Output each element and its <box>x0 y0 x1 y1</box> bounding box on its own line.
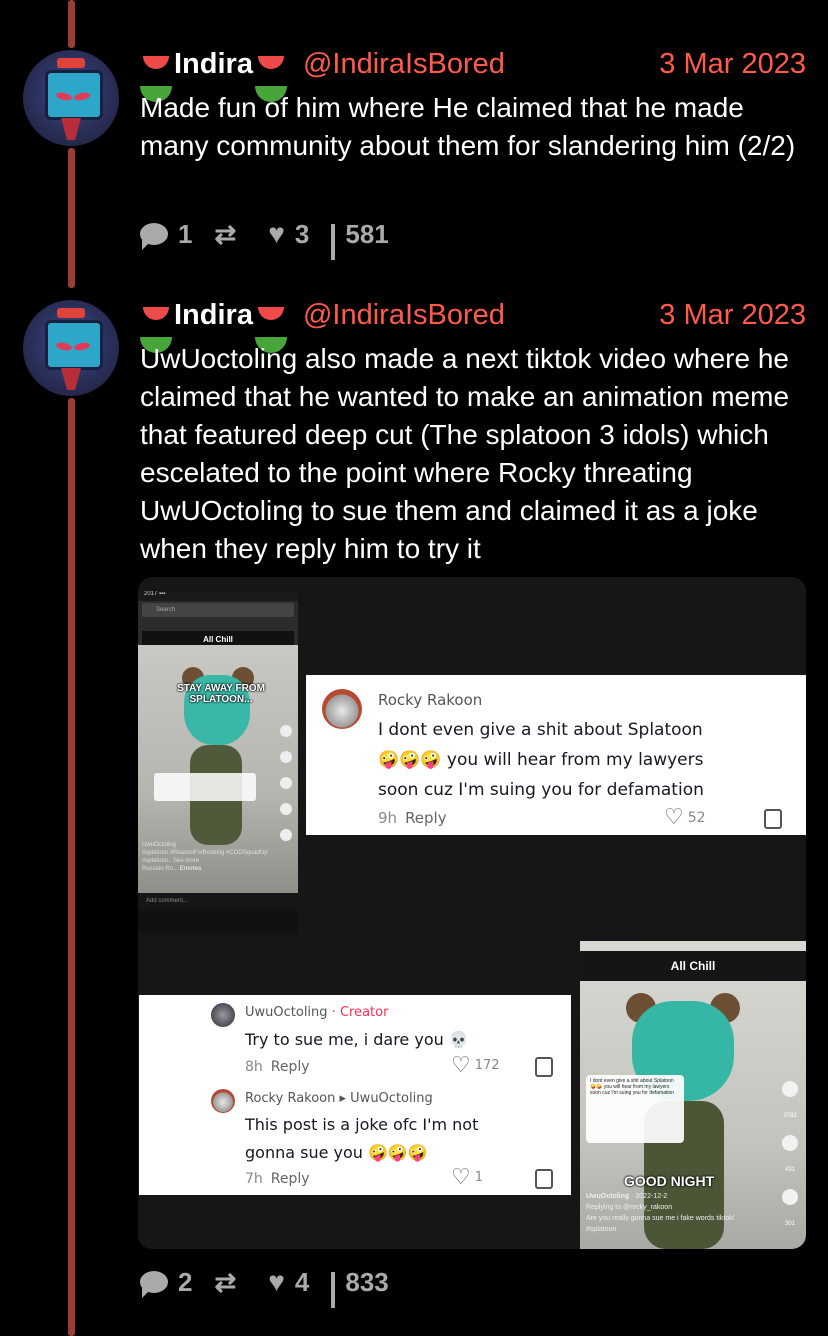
reply-bubble: I dont even give a shit about Splatoon 🤪… <box>586 1075 684 1143</box>
tweet-actions: 1 ⇄ ♥ 3 581 <box>140 214 411 260</box>
heart-outline-icon: ♡ <box>664 805 684 830</box>
tweet-text: Made fun of him where He claimed that he… <box>140 92 796 161</box>
comment-likes[interactable]: ♡ 1 <box>451 1165 483 1190</box>
views-icon <box>331 1272 336 1308</box>
retweet-icon: ⇄ <box>214 219 237 249</box>
tiktok-screenshot-1[interactable]: 2017 ▪▪▪ Search All Chill STAY AWAY FROM… <box>138 591 298 933</box>
like-count: 4 <box>294 1266 310 1297</box>
heart-icon <box>782 1081 798 1097</box>
reply-icon <box>140 223 168 245</box>
like-count: 3 <box>294 218 310 249</box>
comment-text: This post is a joke ofc I'm not gonna su… <box>245 1115 479 1162</box>
thread-line-top <box>68 0 75 48</box>
video-caption: UwuOctoling #splatoon #ReasonForBooking … <box>142 842 268 872</box>
tiktok-screenshot-2[interactable]: All Chill I dont even give a shit about … <box>580 941 806 1249</box>
rocky-avatar <box>211 1089 235 1113</box>
dislike-icon[interactable] <box>535 1169 553 1189</box>
retweet-icon: ⇄ <box>214 1267 237 1297</box>
tweet-actions: 2 ⇄ ♥ 4 833 <box>140 1262 411 1308</box>
user-handle[interactable]: @IndiraIsBored <box>303 299 505 332</box>
avatar[interactable] <box>23 50 119 146</box>
dislike-icon[interactable] <box>535 1057 553 1077</box>
watermelon-icon <box>140 305 172 325</box>
comment-user: Rocky Rakoon <box>378 691 483 709</box>
thread-comments-card: UwuOctoling · Creator Try to sue me, i d… <box>139 995 571 1195</box>
reply-icon <box>140 1271 168 1293</box>
tweet-header: Indira @IndiraIsBored 3 Mar 2023 <box>140 44 806 84</box>
search-bar: Search <box>142 603 294 617</box>
side-actions <box>280 725 292 841</box>
heart-icon: ♥ <box>268 218 285 249</box>
watermelon-icon <box>255 305 287 325</box>
reply-count: 1 <box>178 218 193 249</box>
comment-icon <box>782 1135 798 1151</box>
reply-link[interactable]: Reply <box>271 1059 310 1075</box>
display-name[interactable]: Indira <box>174 48 253 81</box>
pinned-comment-card <box>154 773 256 801</box>
comment-likes[interactable]: ♡ 172 <box>451 1053 500 1078</box>
uwu-avatar <box>211 1003 235 1027</box>
views-button[interactable]: 581 <box>331 218 389 260</box>
reply-count: 2 <box>178 1266 193 1297</box>
tweet-media[interactable]: 2017 ▪▪▪ Search All Chill STAY AWAY FROM… <box>138 577 806 1249</box>
watermelon-icon <box>255 54 287 74</box>
retweet-button[interactable]: ⇄ <box>214 1269 246 1295</box>
retweet-button[interactable]: ⇄ <box>214 221 246 247</box>
watermelon-icon <box>140 54 172 74</box>
display-name[interactable]: Indira <box>174 299 253 332</box>
reply-link[interactable]: Reply <box>405 809 447 827</box>
video-banner: All Chill <box>580 951 806 981</box>
view-count: 833 <box>345 1266 389 1297</box>
tweet-text: UwUoctoling also made a next tiktok vide… <box>140 343 790 564</box>
tweet-date[interactable]: 3 Mar 2023 <box>659 48 806 81</box>
like-button[interactable]: ♥ 4 <box>268 1267 309 1298</box>
like-button[interactable]: ♥ 3 <box>268 219 309 250</box>
views-icon <box>331 224 336 260</box>
comment-meta: 9h Reply <box>378 809 447 827</box>
video-caption: UwuOctoling · 2022-12-2 Replying to @roc… <box>586 1193 735 1233</box>
comment-likes[interactable]: ♡ 52 <box>664 805 706 830</box>
add-comment-bar: Add comment... <box>138 893 298 909</box>
comment-text: Try to sue me, i dare you 💀 <box>245 1030 469 1049</box>
reply-button[interactable]: 1 <box>140 219 192 250</box>
comment-text: I dont even give a shit about Splatoon 🤪… <box>378 720 704 800</box>
heart-icon: ♥ <box>268 1266 285 1297</box>
user-handle[interactable]: @IndiraIsBored <box>303 48 505 81</box>
video-overlay-text: GOOD NIGHT <box>624 1173 715 1189</box>
android-nav-bar <box>138 909 298 933</box>
bookmark-icon <box>782 1189 798 1205</box>
heart-outline-icon: ♡ <box>451 1053 471 1078</box>
rocky-avatar <box>322 689 362 729</box>
avatar[interactable] <box>23 300 119 396</box>
views-button[interactable]: 833 <box>331 1266 389 1308</box>
thread-line-middle <box>68 148 75 288</box>
dislike-icon[interactable] <box>764 809 782 829</box>
rocky-comment-card: Rocky Rakoon I dont even give a shit abo… <box>306 675 806 835</box>
tweet-header: Indira @IndiraIsBored 3 Mar 2023 <box>140 295 806 335</box>
side-actions: 3782 431 301 <box>782 1081 798 1227</box>
video-overlay-text: STAY AWAY FROM SPLATOON... <box>177 683 265 705</box>
thread-line-bottom <box>68 398 75 1336</box>
tweet-date[interactable]: 3 Mar 2023 <box>659 299 806 332</box>
view-count: 581 <box>345 218 389 249</box>
reply-button[interactable]: 2 <box>140 1267 192 1298</box>
heart-outline-icon: ♡ <box>451 1165 471 1190</box>
reply-link[interactable]: Reply <box>271 1171 310 1187</box>
